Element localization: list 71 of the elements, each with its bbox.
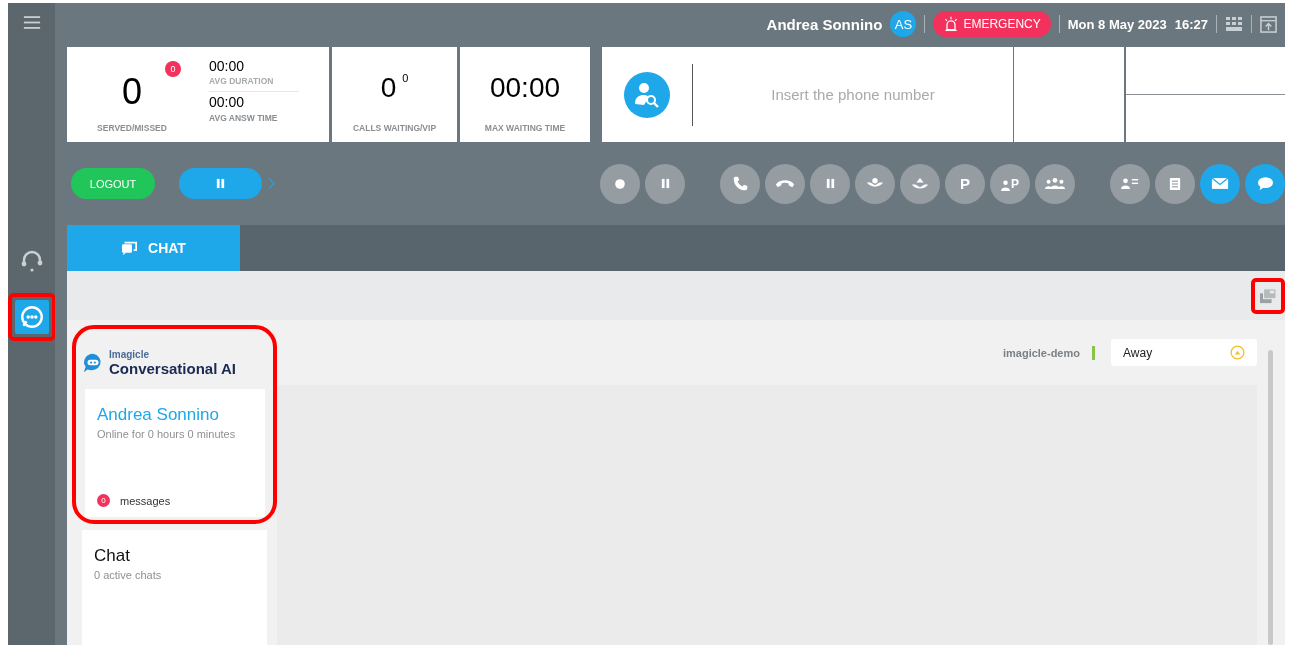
avg-answer-value: 00:00: [209, 94, 246, 110]
messages-label: messages: [120, 494, 171, 507]
emergency-button[interactable]: EMERGENCY: [933, 11, 1051, 37]
email-button[interactable]: [1200, 163, 1240, 204]
pause-icon: [215, 178, 226, 189]
hold-icon: [865, 177, 885, 190]
stat-label: CALLS WAITING/VIP: [352, 123, 437, 133]
upload-icon[interactable]: [1260, 15, 1277, 33]
pause-button[interactable]: [810, 163, 850, 204]
group-icon: [1044, 177, 1066, 190]
hangup-button[interactable]: [765, 163, 805, 204]
user-name: Andrea Sonnino: [766, 15, 883, 33]
record-icon: [614, 177, 626, 190]
stat-label: SERVED/MISSED: [97, 123, 167, 133]
user-icon: [1001, 179, 1010, 191]
stat-label: MAX WAITING TIME: [484, 123, 566, 133]
conference-button[interactable]: [1035, 163, 1075, 204]
contact-list-button[interactable]: [1110, 163, 1150, 204]
grid-icon[interactable]: [1225, 16, 1243, 32]
account-name: imagicle-demo: [1002, 346, 1080, 359]
stat-label: AVG DURATION: [209, 76, 299, 92]
unhold-button[interactable]: [900, 163, 940, 204]
mail-icon: [1211, 177, 1229, 190]
online-time: Online for 0 hours 0 minutes: [97, 428, 237, 440]
time-text: 16:27: [1174, 16, 1208, 32]
menu-icon[interactable]: [22, 15, 41, 30]
contact-search-icon[interactable]: [624, 71, 670, 118]
product-name: Conversational AI: [109, 360, 236, 377]
document-icon: [1169, 176, 1181, 191]
chat-button[interactable]: [1245, 163, 1285, 204]
brand-name: Imagicle: [109, 349, 151, 360]
chat-card-title: Chat: [94, 546, 131, 566]
agent-name: Andrea Sonnino: [97, 405, 220, 425]
phone-icon: [731, 175, 749, 192]
chat-tab[interactable]: CHAT: [67, 225, 240, 271]
contact-list-icon: [1121, 177, 1139, 190]
chat-card[interactable]: Chat 0 active chats: [82, 530, 267, 645]
pause-icon: [659, 178, 671, 189]
chat-button[interactable]: [14, 300, 49, 334]
vip-count: 0: [402, 72, 409, 84]
hang-up-icon: [775, 178, 795, 189]
retrieve-icon: [910, 177, 930, 190]
pause-icon: [824, 178, 836, 189]
message-count-badge: 0: [97, 494, 110, 507]
status-dropdown[interactable]: Away: [1111, 339, 1257, 366]
date-text: Mon 8 May 2023: [1067, 16, 1167, 32]
phone-button[interactable]: [720, 163, 760, 204]
max-waiting-value: 00:00: [489, 72, 561, 104]
caret-icon: [1230, 345, 1245, 360]
served-count: 0: [122, 71, 142, 113]
logout-button[interactable]: LOGOUT: [71, 168, 155, 199]
notes-button[interactable]: [1155, 163, 1195, 204]
chat-icon: [1256, 176, 1274, 191]
pause-button[interactable]: [645, 163, 685, 204]
agent-card[interactable]: Andrea Sonnino Online for 0 hours 0 minutes 0 messages: [85, 389, 265, 517]
calls-waiting-count: 0: [380, 72, 397, 104]
chat-bubbles-icon: [121, 240, 139, 256]
user-park-button[interactable]: P: [990, 163, 1030, 204]
hold-button[interactable]: [855, 163, 895, 204]
active-chats-count: 0 active chats: [94, 569, 163, 581]
pause-button[interactable]: [179, 168, 262, 199]
phone-number-field[interactable]: Insert the phone number: [693, 85, 1013, 104]
user-avatar[interactable]: AS: [890, 11, 917, 37]
siren-icon: [943, 16, 960, 32]
avg-duration-value: 00:00: [209, 58, 246, 74]
stat-label: AVG ANSW TIME: [209, 113, 279, 123]
park-button[interactable]: P: [945, 163, 985, 204]
status-indicator: [1092, 345, 1095, 360]
record-button[interactable]: [600, 163, 640, 204]
scrollbar[interactable]: [1268, 350, 1273, 645]
missed-badge: 0: [165, 61, 181, 77]
